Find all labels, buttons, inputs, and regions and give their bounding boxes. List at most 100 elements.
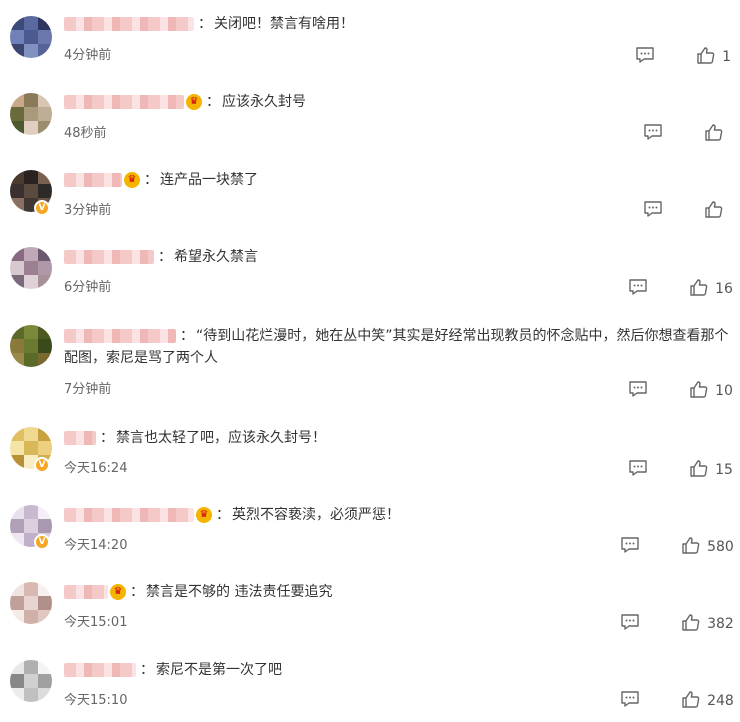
avatar[interactable] [10,325,52,367]
comment-time: 今天15:01 [64,615,128,630]
like-count: 10 [715,383,733,399]
like-count: 1 [722,49,732,65]
avatar-pixel [38,596,52,610]
avatar[interactable] [10,660,52,702]
avatar-pixel [10,198,24,212]
username-blurred[interactable] [64,508,194,522]
comment-icon[interactable] [643,123,663,145]
username-blurred[interactable] [64,329,176,343]
avatar-pixel [38,505,52,519]
crown-badge-icon: ♛ [110,584,126,600]
comment-icon[interactable] [620,613,640,635]
v-badge-icon: V [34,457,50,473]
comment-icon[interactable] [620,536,640,558]
avatar-pixel [10,533,24,547]
avatar-pixel [38,325,52,339]
comment-icon[interactable] [643,200,663,222]
username-blurred[interactable] [64,250,154,264]
thumbs-up-icon[interactable] [704,200,724,222]
avatar-pixel [10,261,24,275]
username-blurred[interactable] [64,431,96,445]
comment-icon[interactable] [628,380,648,402]
avatar-pixel [24,674,38,688]
crown-badge-icon: ♛ [186,94,202,110]
avatar-pixel [10,170,24,184]
avatar-pixel [38,16,52,30]
avatar-pixel [24,16,38,30]
avatar-pixel [38,582,52,596]
avatar-pixel [10,121,24,135]
avatar-pixel [10,441,24,455]
avatar-pixel [10,505,24,519]
v-badge-icon: V [34,200,50,216]
crown-badge-icon: ♛ [196,507,212,523]
comment-text: 应该永久封号 [222,94,306,110]
avatar-pixel [24,596,38,610]
avatar-pixel [38,93,52,107]
username-blurred[interactable] [64,95,184,109]
avatar-pixel [24,275,38,289]
avatar-pixel [10,427,24,441]
avatar-pixel [38,427,52,441]
avatar-pixel [24,688,38,702]
avatar-pixel [38,660,52,674]
avatar-pixel [38,261,52,275]
comment-icon[interactable] [635,46,655,68]
avatar-pixel [24,339,38,353]
avatar-pixel [38,674,52,688]
comment-time: 今天14:20 [64,538,128,553]
comment-text: 连产品一块禁了 [160,172,258,188]
avatar[interactable] [10,582,52,624]
username-blurred[interactable] [64,663,136,677]
thumbs-up-icon[interactable] [681,613,701,635]
avatar-pixel [10,660,24,674]
thumbs-up-icon[interactable] [681,536,701,558]
comment-time: 48秒前 [64,126,107,141]
avatar-pixel [10,455,24,469]
avatar-pixel [38,30,52,44]
avatar-pixel [24,44,38,58]
avatar-pixel [24,519,38,533]
username-blurred[interactable] [64,585,108,599]
avatar-pixel [38,441,52,455]
thumbs-up-icon[interactable] [704,123,724,145]
comment-text: 英烈不容亵渎，必须严惩！ [232,507,400,523]
comment-time: 3分钟前 [64,203,112,218]
comment-text: 索尼不是第一次了吧 [156,662,282,678]
avatar-pixel [38,170,52,184]
avatar-pixel [10,275,24,289]
avatar[interactable] [10,93,52,135]
avatar-pixel [10,519,24,533]
username-blurred[interactable] [64,173,122,187]
comment-text: 禁言也太轻了吧，应该永久封号！ [116,430,326,446]
avatar-pixel [10,610,24,624]
avatar-pixel [24,660,38,674]
avatar-pixel [10,596,24,610]
comment-icon[interactable] [628,278,648,300]
avatar-pixel [10,44,24,58]
like-count: 248 [707,693,734,709]
avatar-pixel [24,247,38,261]
comment-icon[interactable] [628,459,648,481]
comment-icon[interactable] [620,690,640,712]
thumbs-up-icon[interactable] [689,278,709,300]
avatar[interactable] [10,16,52,58]
avatar-pixel [24,93,38,107]
avatar-pixel [24,441,38,455]
username-blurred[interactable] [64,17,194,31]
crown-badge-icon: ♛ [124,172,140,188]
avatar-pixel [24,582,38,596]
avatar-pixel [10,582,24,596]
avatar[interactable] [10,247,52,289]
avatar-pixel [10,30,24,44]
avatar-pixel [38,184,52,198]
like-count: 15 [715,462,733,478]
thumbs-up-icon[interactable] [689,380,709,402]
thumbs-up-icon[interactable] [681,690,701,712]
avatar-pixel [24,184,38,198]
avatar-pixel [10,674,24,688]
thumbs-up-icon[interactable] [689,459,709,481]
thumbs-up-icon[interactable] [696,46,716,68]
avatar-pixel [24,505,38,519]
avatar-pixel [38,339,52,353]
